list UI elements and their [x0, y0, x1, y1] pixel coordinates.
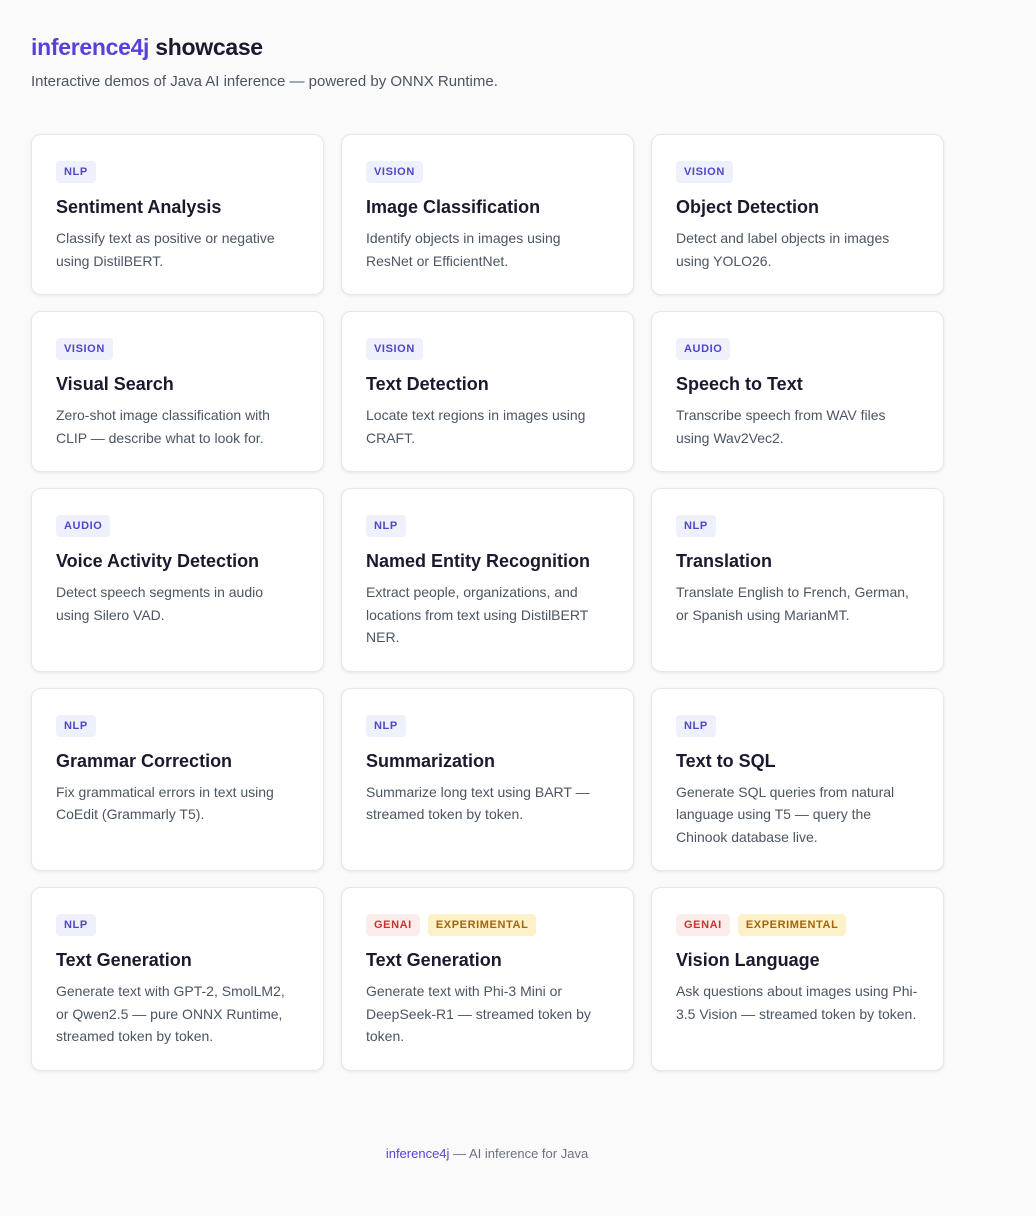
- tag-nlp: NLP: [56, 914, 96, 936]
- card-title: Text Generation: [366, 950, 502, 970]
- tag-genai: GENAI: [676, 914, 730, 936]
- demo-card-translation[interactable]: NLP Translation Translate English to Frenc…: [651, 488, 944, 672]
- footer-text: — AI inference for Java: [449, 1146, 589, 1161]
- tag-vision: VISION: [56, 338, 113, 360]
- page-subtitle: Interactive demos of Java AI inference —…: [31, 73, 498, 90]
- card-tags: AUDIO: [676, 338, 919, 360]
- card-title: Image Classification: [366, 197, 541, 217]
- card-description: Identify objects in images using ResNet …: [366, 230, 561, 269]
- demo-card-image-classification[interactable]: VISION Image Classification Identify objec…: [341, 134, 634, 295]
- demo-card-sentiment-analysis[interactable]: NLP Sentiment Analysis Classify text as po…: [31, 134, 324, 295]
- card-title: Text to SQL: [676, 750, 776, 771]
- card-tags: NLP: [56, 914, 299, 936]
- card-tags: GENAI EXPERIMENTAL: [676, 914, 919, 936]
- demo-card-speech-to-text[interactable]: AUDIO Speech to Text Transcribe speech fro…: [651, 311, 944, 472]
- tag-nlp: NLP: [676, 714, 716, 737]
- card-title: Text Generation: [56, 950, 192, 970]
- card-tags: VISION: [366, 161, 609, 183]
- tag-nlp: NLP: [366, 515, 406, 537]
- demo-card-text-to-sql[interactable]: NLP Text to SQL Generate SQL queries from …: [651, 687, 944, 871]
- card-description: Translate English to French, German, or …: [676, 584, 909, 623]
- tag-genai: GENAI: [366, 914, 420, 936]
- demo-card-text-generation-genai[interactable]: GENAI EXPERIMENTAL Text Generation Generate…: [341, 887, 634, 1071]
- card-description: Detect and label objects in images using…: [676, 230, 890, 269]
- card-description: Transcribe speech from WAV files using W…: [676, 407, 886, 446]
- footer-link[interactable]: inference4j: [386, 1146, 450, 1161]
- page-header: inference4j showcase Interactive demos o…: [31, 32, 498, 92]
- card-title: Visual Search: [56, 374, 174, 394]
- card-tags: NLP: [676, 714, 919, 737]
- tag-audio: AUDIO: [56, 515, 111, 537]
- card-tags: GENAI EXPERIMENTAL: [366, 914, 609, 936]
- card-description: Generate text with Phi-3 Mini or DeepSee…: [366, 983, 591, 1044]
- tag-audio: AUDIO: [676, 338, 731, 360]
- card-title: Named Entity Recognition: [366, 551, 591, 571]
- card-tags: NLP: [56, 714, 299, 737]
- card-description: Summarize long text using BART — streame…: [366, 783, 590, 823]
- page-title: inference4j showcase: [31, 32, 498, 62]
- demo-card-text-generation-nlp[interactable]: NLP Text Generation Generate text with GPT…: [31, 887, 324, 1071]
- card-title: Object Detection: [676, 197, 820, 217]
- tag-nlp: NLP: [366, 714, 406, 737]
- demo-card-voice-activity-detection[interactable]: AUDIO Voice Activity Detection Detect spee…: [31, 488, 324, 672]
- card-title: Speech to Text: [676, 374, 803, 394]
- card-description: Fix grammatical errors in text using CoE…: [56, 783, 274, 823]
- tag-nlp: NLP: [56, 161, 96, 183]
- tag-nlp: NLP: [676, 515, 716, 537]
- card-description: Classify text as positive or negative us…: [56, 230, 275, 269]
- card-title: Text Detection: [366, 374, 489, 394]
- card-description: Extract people, organizations, and locat…: [366, 584, 589, 645]
- page-title-rest: showcase: [155, 34, 263, 60]
- card-title: Grammar Correction: [56, 750, 233, 771]
- tag-vision: VISION: [676, 161, 733, 183]
- card-description: Generate SQL queries from natural langua…: [676, 783, 895, 845]
- card-tags: NLP: [56, 161, 299, 183]
- page-footer: inference4j — AI inference for Java: [0, 1146, 974, 1161]
- card-tags: AUDIO: [56, 515, 299, 537]
- card-description: Zero-shot image classification with CLIP…: [56, 407, 270, 446]
- card-title: Summarization: [366, 750, 496, 771]
- tag-experimental: EXPERIMENTAL: [427, 914, 537, 936]
- card-tags: NLP: [366, 714, 609, 737]
- card-tags: NLP: [676, 515, 919, 537]
- brand-name: inference4j: [31, 34, 150, 60]
- card-description: Detect speech segments in audio using Si…: [56, 584, 264, 623]
- tag-vision: VISION: [366, 338, 423, 360]
- tag-experimental: EXPERIMENTAL: [737, 914, 847, 936]
- card-title: Translation: [676, 551, 773, 571]
- demo-card-named-entity-recognition[interactable]: NLP Named Entity Recognition Extract peopl…: [341, 488, 634, 672]
- demo-card-grid: NLP Sentiment Analysis Classify text as po…: [31, 134, 944, 1071]
- demo-card-text-detection[interactable]: VISION Text Detection Locate text regions …: [341, 311, 634, 472]
- card-tags: VISION: [56, 338, 299, 360]
- card-title: Vision Language: [676, 950, 820, 970]
- card-description: Ask questions about images using Phi-3.5…: [676, 983, 918, 1022]
- demo-card-object-detection[interactable]: VISION Object Detection Detect and label o…: [651, 134, 944, 295]
- card-tags: VISION: [366, 338, 609, 360]
- demo-card-vision-language[interactable]: GENAI EXPERIMENTAL Vision Language Ask ques…: [651, 887, 944, 1071]
- demo-card-summarization[interactable]: NLP Summarization Summarize long text usin…: [341, 687, 634, 871]
- card-tags: NLP: [366, 515, 609, 537]
- demo-card-visual-search[interactable]: VISION Visual Search Zero-shot image class…: [31, 311, 324, 472]
- card-title: Voice Activity Detection: [56, 551, 260, 571]
- card-description: Locate text regions in images using CRAF…: [366, 407, 586, 446]
- card-title: Sentiment Analysis: [56, 197, 222, 217]
- card-description: Generate text with GPT-2, SmolLM2, or Qw…: [56, 983, 285, 1044]
- card-tags: VISION: [676, 161, 919, 183]
- tag-nlp: NLP: [56, 714, 96, 737]
- tag-vision: VISION: [366, 161, 423, 183]
- demo-card-grammar-correction[interactable]: NLP Grammar Correction Fix grammatical err…: [31, 687, 324, 871]
